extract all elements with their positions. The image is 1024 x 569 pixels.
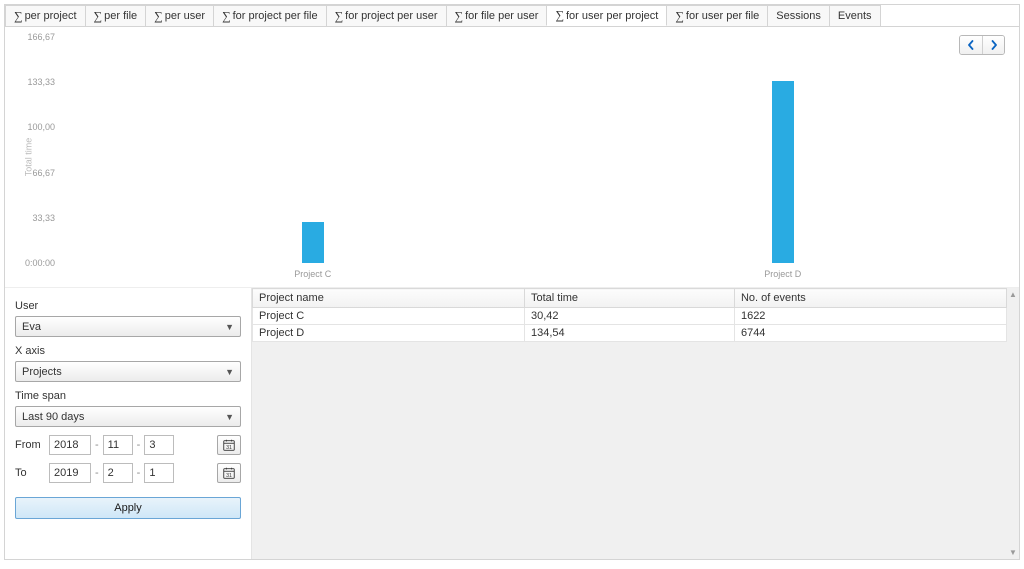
calendar-icon: 31 — [222, 466, 236, 480]
chart-plot: 0:00:0033,3366,67100,00133,33166,67Proje… — [59, 37, 999, 263]
from-date-row: From - - 31 — [15, 435, 241, 455]
caret-down-icon: ▼ — [225, 367, 234, 377]
xaxis-dropdown[interactable]: Projects ▼ — [15, 361, 241, 382]
content-body: Total time 0:00:0033,3366,67100,00133,33… — [5, 27, 1019, 559]
table-header[interactable]: No. of events — [734, 289, 1006, 308]
scroll-up-icon[interactable]: ▲ — [1009, 288, 1017, 301]
from-month-input[interactable] — [103, 435, 133, 455]
tab-label: for user per file — [686, 10, 759, 22]
user-label: User — [15, 300, 241, 312]
table-row[interactable]: Project D134,546744 — [253, 325, 1007, 342]
tab[interactable]: ∑for project per file — [213, 5, 327, 26]
svg-text:31: 31 — [226, 445, 232, 451]
lower-pane: User Eva ▼ X axis Projects ▼ Time span L… — [5, 287, 1019, 559]
apply-button[interactable]: Apply — [15, 497, 241, 519]
calendar-icon: 31 — [222, 438, 236, 452]
sigma-icon: ∑ — [14, 9, 23, 24]
tabstrip: ∑per project∑per file∑per user∑for proje… — [5, 5, 1019, 27]
table-header[interactable]: Project name — [253, 289, 525, 308]
to-calendar-button[interactable]: 31 — [217, 463, 241, 483]
sigma-icon: ∑ — [335, 9, 344, 24]
table-cell: Project D — [253, 325, 525, 342]
sigma-icon: ∑ — [455, 9, 464, 24]
to-day-input[interactable] — [144, 463, 174, 483]
table-cell: 6744 — [734, 325, 1006, 342]
tab-label: per project — [25, 10, 77, 22]
tab[interactable]: ∑for user per file — [666, 5, 768, 26]
tab[interactable]: ∑for file per user — [446, 5, 548, 26]
tab[interactable]: Sessions — [767, 5, 830, 26]
table-panel: Project nameTotal timeNo. of events Proj… — [251, 288, 1019, 559]
timespan-dropdown-value: Last 90 days — [22, 411, 84, 423]
tab-label: for file per user — [465, 10, 538, 22]
y-tick-label: 66,67 — [21, 168, 55, 178]
table-cell: 1622 — [734, 308, 1006, 325]
tab[interactable]: ∑per file — [85, 5, 147, 26]
chart-bar[interactable] — [772, 81, 794, 263]
tab-label: per user — [165, 10, 205, 22]
tab-label: for project per file — [233, 10, 318, 22]
tab[interactable]: Events — [829, 5, 881, 26]
from-calendar-button[interactable]: 31 — [217, 435, 241, 455]
to-label: To — [15, 467, 45, 479]
sigma-icon: ∑ — [555, 8, 564, 23]
tab[interactable]: ∑for project per user — [326, 5, 447, 26]
chart-area: Total time 0:00:0033,3366,67100,00133,33… — [5, 27, 1019, 287]
y-tick-label: 166,67 — [21, 32, 55, 42]
table-header[interactable]: Total time — [524, 289, 734, 308]
from-day-input[interactable] — [144, 435, 174, 455]
y-tick-label: 100,00 — [21, 122, 55, 132]
app-frame: ∑per project∑per file∑per user∑for proje… — [4, 4, 1020, 560]
from-label: From — [15, 439, 45, 451]
xaxis-dropdown-value: Projects — [22, 366, 62, 378]
table-row[interactable]: Project C30,421622 — [253, 308, 1007, 325]
tab-label: Sessions — [776, 10, 821, 22]
user-dropdown-value: Eva — [22, 321, 41, 333]
to-date-row: To - - 31 — [15, 463, 241, 483]
tab[interactable]: ∑per project — [5, 5, 86, 26]
tab-label: per file — [104, 10, 137, 22]
xaxis-label: X axis — [15, 345, 241, 357]
caret-down-icon: ▼ — [225, 322, 234, 332]
tab-label: Events — [838, 10, 872, 22]
table-cell: 30,42 — [524, 308, 734, 325]
caret-down-icon: ▼ — [225, 412, 234, 422]
timespan-label: Time span — [15, 390, 241, 402]
table-cell: Project C — [253, 308, 525, 325]
results-table: Project nameTotal timeNo. of events Proj… — [252, 288, 1007, 342]
from-year-input[interactable] — [49, 435, 91, 455]
chart-bar[interactable] — [302, 222, 324, 263]
sigma-icon: ∑ — [222, 9, 231, 24]
y-tick-label: 33,33 — [21, 213, 55, 223]
y-tick-label: 0:00:00 — [21, 258, 55, 268]
table-scrollbar[interactable]: ▲ ▼ — [1007, 288, 1019, 559]
to-year-input[interactable] — [49, 463, 91, 483]
filter-sidebar: User Eva ▼ X axis Projects ▼ Time span L… — [5, 288, 251, 559]
tab[interactable]: ∑per user — [145, 5, 214, 26]
sigma-icon: ∑ — [94, 9, 103, 24]
sigma-icon: ∑ — [154, 9, 163, 24]
tab-label: for user per project — [566, 10, 658, 22]
x-tick-label: Project D — [764, 269, 801, 279]
svg-text:31: 31 — [226, 473, 232, 479]
x-tick-label: Project C — [294, 269, 331, 279]
table-cell: 134,54 — [524, 325, 734, 342]
tab[interactable]: ∑for user per project — [546, 5, 667, 26]
tab-label: for project per user — [345, 10, 437, 22]
sigma-icon: ∑ — [675, 9, 684, 24]
to-month-input[interactable] — [103, 463, 133, 483]
scroll-down-icon[interactable]: ▼ — [1009, 546, 1017, 559]
timespan-dropdown[interactable]: Last 90 days ▼ — [15, 406, 241, 427]
y-tick-label: 133,33 — [21, 77, 55, 87]
user-dropdown[interactable]: Eva ▼ — [15, 316, 241, 337]
